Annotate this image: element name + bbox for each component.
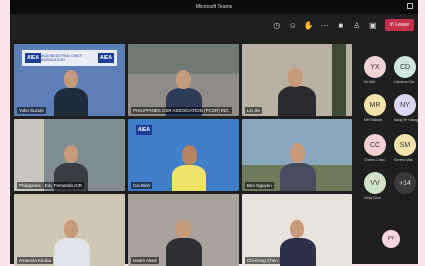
aiea-logo: AIEA <box>136 125 152 135</box>
video-tile[interactable]: AIEA ASIA INDUSTRIAL CHIEF ASSOCIATION A… <box>14 44 125 116</box>
participant-name: Nang Ye Hlaing <box>394 118 419 122</box>
participant-name: Cheem Chan <box>364 158 385 162</box>
participant-name-label: Lin Jie <box>245 107 263 114</box>
video-tile[interactable]: Ameenia Kiruba <box>14 194 125 266</box>
phone-icon: ✆ <box>389 22 394 28</box>
participant-name: Cameron Da <box>394 80 414 84</box>
chat-icon[interactable]: ◷ <box>269 21 285 30</box>
participant-name-label: Philippines - Edy Fernando ICR <box>17 182 85 189</box>
raise-hand-icon[interactable]: ✋ <box>301 21 317 30</box>
leave-button[interactable]: ✆ Leave <box>384 19 414 31</box>
video-tile[interactable]: Lin Jie <box>242 44 352 116</box>
teams-window: Microsoft Teams ◷ ☺ ✋ ⋯ ■ ♙ ▣ ✆ Leave YX… <box>10 0 418 266</box>
more-options-icon[interactable]: ⋯ <box>317 21 333 30</box>
aiea-logo: AIEA <box>98 53 114 63</box>
video-tile[interactable]: Issam Abed <box>128 194 239 266</box>
more-participants-badge[interactable]: +14 <box>394 172 416 194</box>
window-title: Microsoft Teams <box>195 4 233 10</box>
participant-avatar[interactable]: NY <box>394 94 416 116</box>
aiea-logo: AIEA <box>25 53 41 63</box>
participant-avatar[interactable]: CD <box>394 56 416 78</box>
meeting-toolbar: ◷ ☺ ✋ ⋯ ■ ♙ ▣ ✆ Leave <box>10 14 418 36</box>
participant-name-label: PHILIPPINES CSR ASSOCIATION (PCSR) INC. <box>131 107 232 114</box>
participant-avatar[interactable]: SM <box>394 134 416 156</box>
video-tile[interactable]: Ben Nguyen <box>242 119 352 191</box>
participant-name: Xu Wei <box>364 80 376 84</box>
video-grid: AIEA ASIA INDUSTRIAL CHIEF ASSOCIATION A… <box>14 44 354 266</box>
participant-avatar[interactable]: YX <box>364 56 386 78</box>
participant-avatar[interactable]: MR <box>364 94 386 116</box>
participant-name-label: Chi-Keng Chen <box>245 257 280 264</box>
participant-avatar[interactable]: VV <box>364 172 386 194</box>
share-icon[interactable]: ▣ <box>365 21 381 30</box>
camera-icon[interactable]: ■ <box>333 21 349 30</box>
self-avatar[interactable]: PY <box>382 230 400 248</box>
video-tile[interactable]: Philippines - Edy Fernando ICR <box>14 119 125 191</box>
participant-name-label: Issam Abed <box>131 257 159 264</box>
title-bar: Microsoft Teams <box>10 0 418 14</box>
participant-name-label: Yoko Suzuki <box>17 107 46 114</box>
video-tile[interactable]: Chi-Keng Chen <box>242 194 352 266</box>
participant-name: Vicky Voon <box>364 196 382 200</box>
participant-name: MR Rakesh <box>364 118 383 122</box>
aiea-banner: AIEA ASIA INDUSTRIAL CHIEF ASSOCIATION A… <box>22 50 117 66</box>
participant-name-label: Cai Binh <box>131 182 153 189</box>
microphone-icon[interactable]: ♙ <box>349 21 365 30</box>
maximize-icon[interactable] <box>407 3 413 9</box>
video-tile[interactable]: AIEA Cai Binh <box>128 119 239 191</box>
participant-avatar[interactable]: CC <box>364 134 386 156</box>
participant-name-label: Ben Nguyen <box>245 182 274 189</box>
participant-panel: YX Xu Wei CD Cameron Da MR MR Rakesh NY … <box>352 44 418 264</box>
video-tile[interactable]: PHILIPPINES CSR ASSOCIATION (PCSR) INC. <box>128 44 239 116</box>
reactions-icon[interactable]: ☺ <box>285 21 301 30</box>
participant-name-label: Ameenia Kiruba <box>17 257 54 264</box>
participant-name: Serene Mak <box>394 158 413 162</box>
